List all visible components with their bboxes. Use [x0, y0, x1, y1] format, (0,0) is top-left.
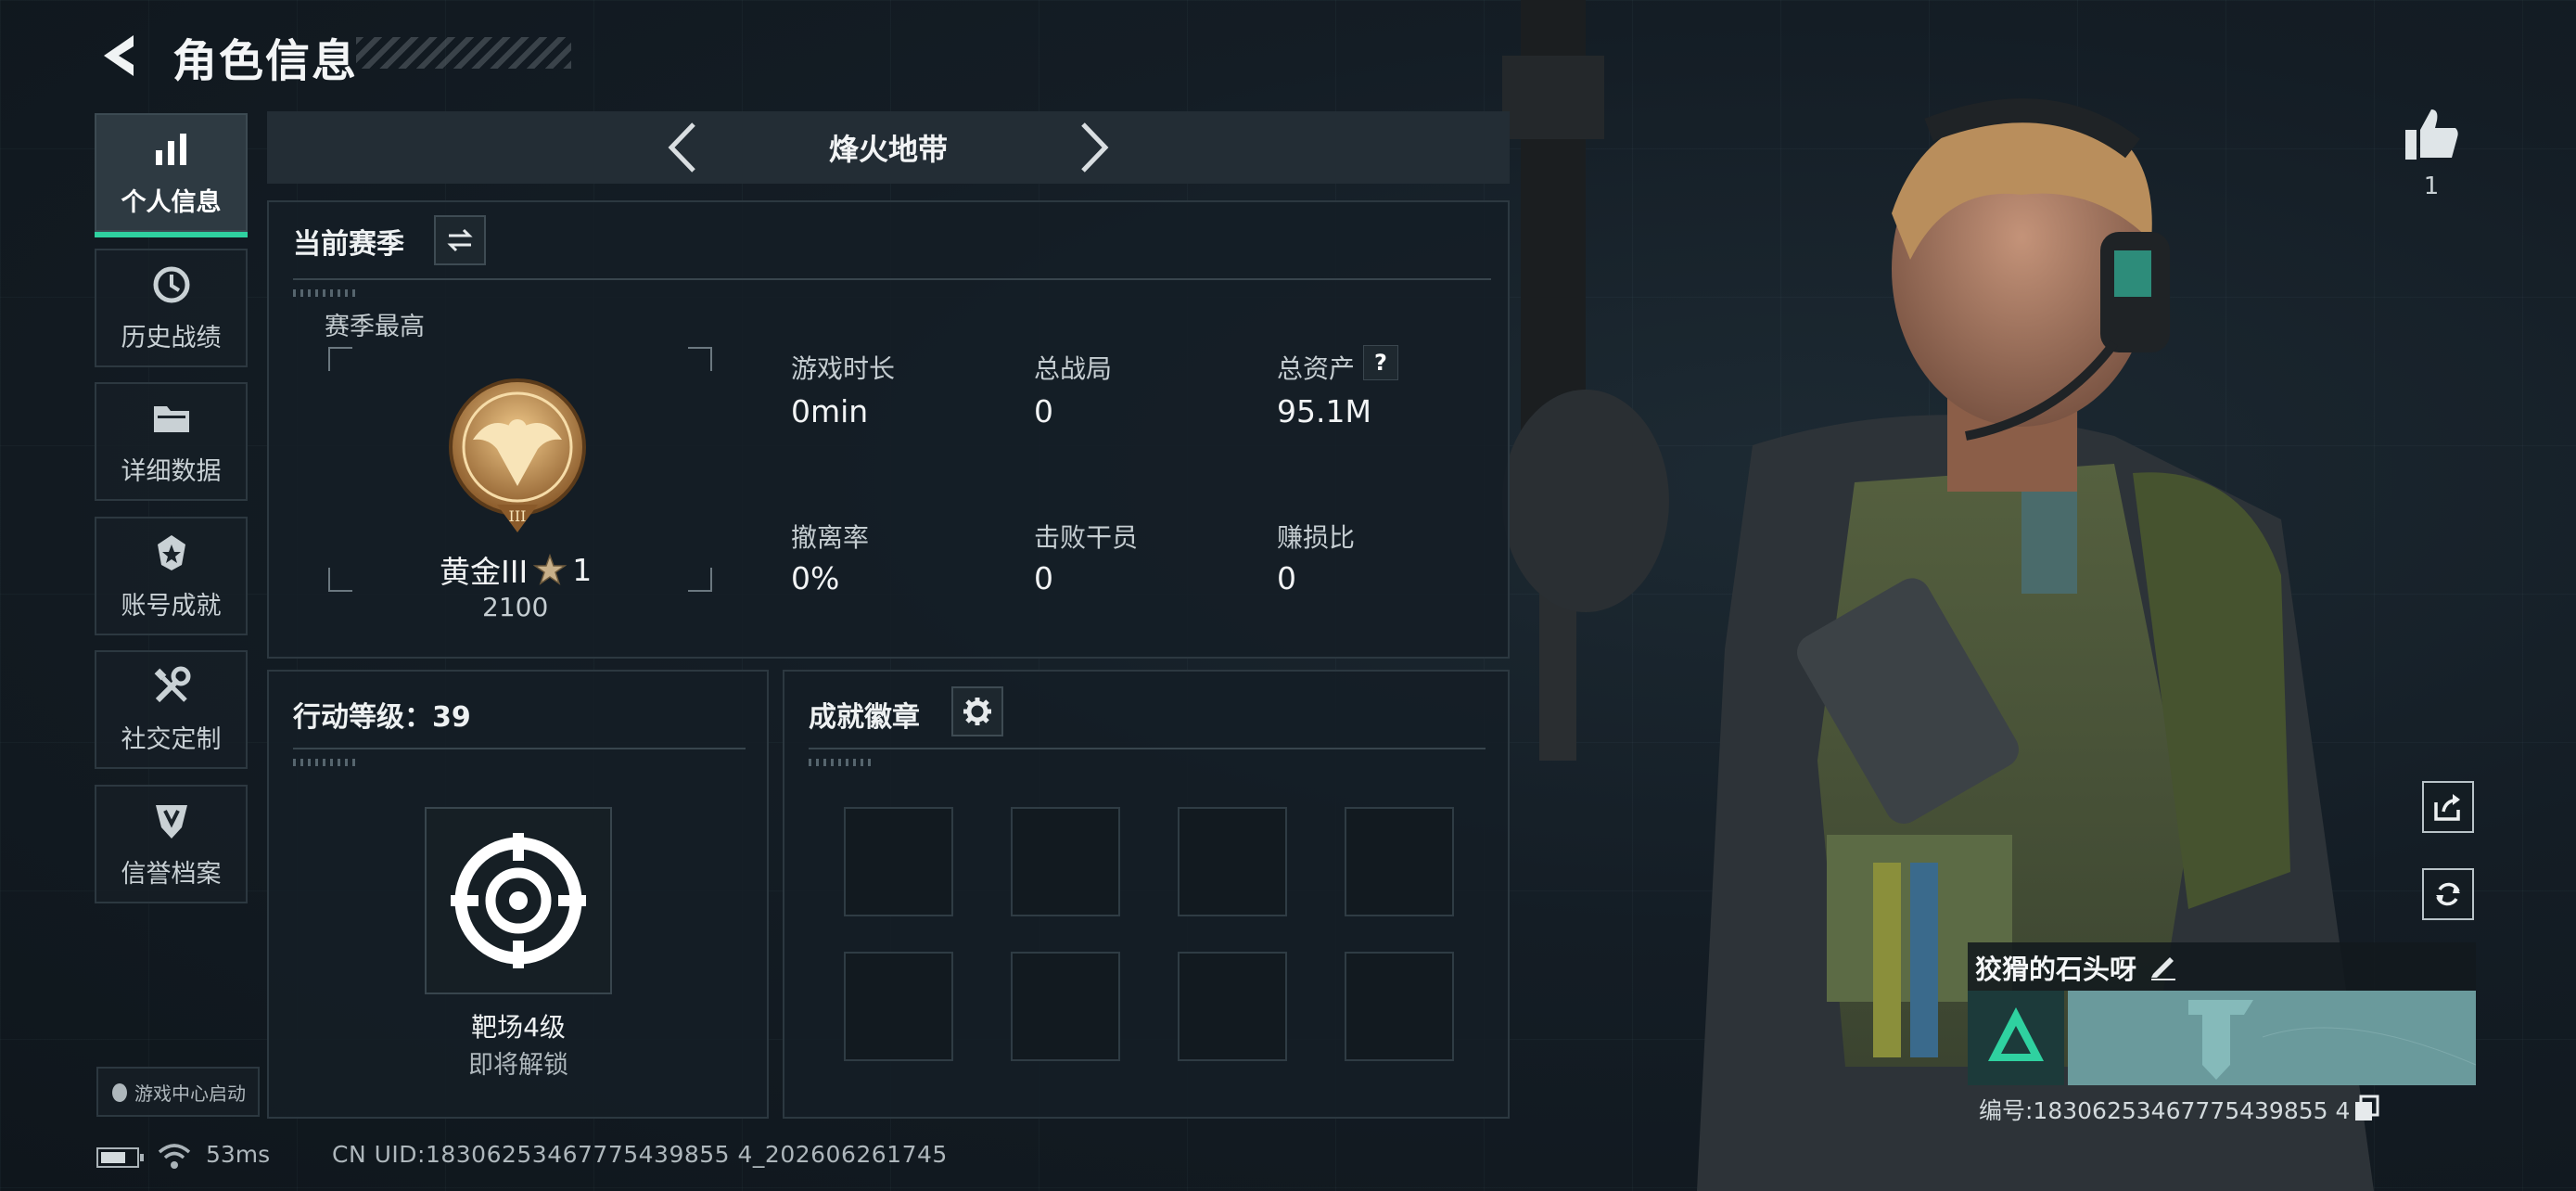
sidebar-item-credit[interactable]: 信誉档案	[95, 785, 248, 903]
stat-value-extraction-rate: 0%	[791, 560, 840, 596]
badges-settings-button[interactable]	[951, 686, 1003, 736]
triangle-logo-icon	[1988, 1007, 2044, 1061]
divider	[293, 278, 1491, 280]
badge-slot[interactable]	[844, 807, 953, 916]
edit-pencil-icon[interactable]	[2148, 950, 2179, 981]
bar-chart-icon	[155, 133, 186, 165]
badge-slot[interactable]	[1178, 952, 1287, 1061]
page-title: 角色信息	[172, 35, 359, 87]
svg-text:III: III	[509, 507, 527, 525]
reward-name: 靶场4级	[471, 1012, 566, 1043]
sidebar-item-history[interactable]: 历史战绩	[95, 249, 248, 367]
stat-label-play-time: 游戏时长	[791, 353, 896, 384]
back-arrow-icon[interactable]	[96, 30, 148, 82]
tick-decoration	[293, 759, 358, 766]
stat-value-profit-loss-ratio: 0	[1277, 560, 1296, 596]
chevron-left-icon[interactable]	[660, 119, 707, 176]
help-icon[interactable]: ?	[1363, 345, 1398, 380]
badge-slot[interactable]	[1011, 807, 1120, 916]
sidebar-item-label: 详细数据	[121, 456, 222, 486]
thumbs-up-icon[interactable]	[2402, 104, 2463, 165]
mode-name: 烽火地带	[828, 132, 948, 167]
battery-icon	[96, 1147, 144, 1168]
season-switch-button[interactable]	[434, 215, 486, 265]
sidebar-item-label: 社交定制	[121, 724, 222, 754]
stat-label-operators-defeated: 击败干员	[1034, 522, 1139, 553]
stat-label-total-assets: 总资产	[1277, 353, 1356, 384]
rank-card-emblem	[1968, 991, 2064, 1085]
folder-icon	[153, 405, 189, 432]
swap-icon	[447, 228, 473, 252]
game-center-button[interactable]: 游戏中心启动	[96, 1067, 260, 1117]
refresh-icon	[2436, 882, 2460, 906]
action-level-title: 行动等级：39	[293, 701, 471, 734]
divider	[809, 748, 1486, 749]
rank-name-row: 黄金III 1	[440, 547, 592, 592]
gold-rank-emblem-icon: III	[449, 378, 586, 532]
shield-icon	[155, 804, 187, 839]
player-id: 编号:18306253467775439855 4	[1979, 1097, 2351, 1124]
badge-slot[interactable]	[1345, 807, 1454, 916]
badge-slot[interactable]	[844, 952, 953, 1061]
badge-slot[interactable]	[1345, 952, 1454, 1061]
chevron-right-icon[interactable]	[1070, 119, 1116, 176]
reward-status: 即将解锁	[468, 1051, 568, 1080]
sidebar-item-label: 个人信息	[121, 187, 222, 217]
rank-stars: 1	[572, 551, 593, 588]
divider	[293, 748, 746, 749]
refresh-button[interactable]	[2422, 868, 2474, 920]
sidebar-item-label: 账号成就	[121, 591, 222, 621]
season-title: 当前赛季	[293, 228, 404, 261]
tick-decoration	[293, 289, 358, 297]
penguin-icon	[112, 1083, 127, 1102]
rank-score: 2100	[482, 592, 549, 622]
uid-line: CN UID:18306253467775439855 4_2026062617…	[332, 1141, 948, 1168]
wifi-icon	[158, 1144, 191, 1169]
share-icon	[2434, 794, 2460, 821]
copy-icon[interactable]	[2353, 1095, 2379, 1122]
badges-title: 成就徽章	[809, 701, 920, 734]
reward-frame[interactable]	[425, 807, 612, 994]
sidebar-item-personal-info[interactable]: 个人信息	[95, 113, 248, 237]
sidebar-item-detailed-data[interactable]: 详细数据	[95, 382, 248, 501]
title-decoration	[356, 37, 571, 69]
history-icon	[153, 266, 189, 302]
gear-icon	[963, 698, 991, 725]
share-button[interactable]	[2422, 781, 2474, 833]
sidebar-item-label: 信誉档案	[121, 859, 222, 889]
sidebar-item-achievements[interactable]: 账号成就	[95, 517, 248, 635]
emblem-logo-icon	[2188, 1000, 2477, 1080]
stat-label-extraction-rate: 撤离率	[791, 522, 870, 553]
badge-slot[interactable]	[1011, 952, 1120, 1061]
game-center-label: 游戏中心启动	[134, 1082, 246, 1105]
tick-decoration	[809, 759, 874, 766]
stat-value-operators-defeated: 0	[1034, 560, 1053, 596]
sidebar-item-label: 历史战绩	[121, 323, 222, 352]
star-icon	[533, 554, 567, 585]
stat-label-profit-loss-ratio: 赚损比	[1277, 522, 1356, 553]
rank-name: 黄金III	[440, 554, 529, 590]
tools-icon	[154, 666, 190, 702]
player-card-banner[interactable]	[2068, 991, 2477, 1085]
player-name: 狡猾的石头呀	[1975, 954, 2137, 985]
stat-label-total-matches: 总战局	[1034, 353, 1113, 384]
like-count: 1	[2423, 173, 2440, 200]
stat-value-play-time: 0min	[791, 393, 869, 429]
medal-icon	[157, 534, 185, 570]
sidebar-item-social[interactable]: 社交定制	[95, 650, 248, 769]
target-icon	[451, 833, 586, 968]
stat-value-total-assets: 95.1M	[1277, 393, 1371, 429]
season-best-label: 赛季最高	[325, 313, 425, 341]
ping-value: 53ms	[206, 1141, 271, 1168]
stat-value-total-matches: 0	[1034, 393, 1053, 429]
badge-slot[interactable]	[1178, 807, 1287, 916]
